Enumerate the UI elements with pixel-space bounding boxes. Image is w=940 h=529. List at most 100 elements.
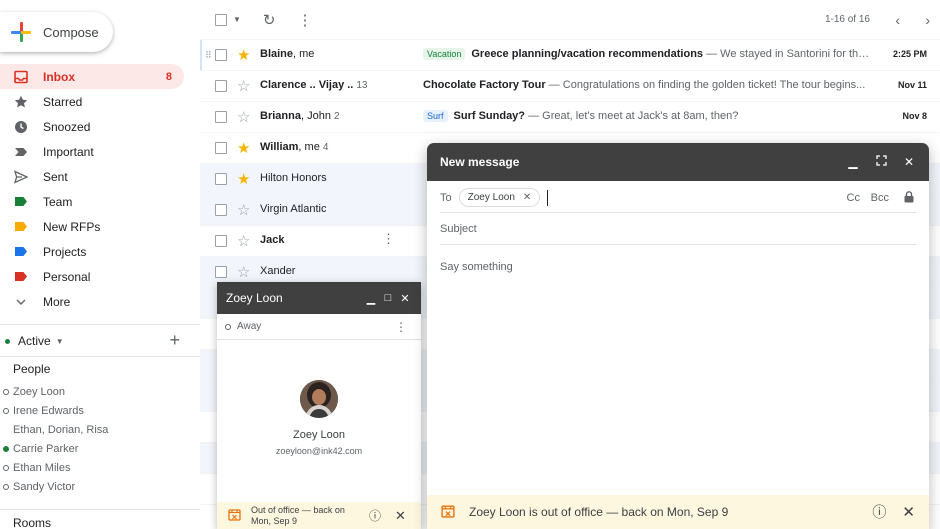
nav-item-team[interactable]: Team xyxy=(0,189,184,214)
label-icon xyxy=(14,270,28,284)
row-checkbox[interactable] xyxy=(215,266,227,278)
caret-down-icon[interactable]: ▼ xyxy=(233,15,241,24)
chevron-left-icon[interactable]: ‹ xyxy=(895,12,900,28)
caret-down-icon: ▼ xyxy=(55,336,64,346)
out-of-office-text: Zoey Loon is out of office — back on Mon… xyxy=(469,505,729,519)
row-checkbox[interactable] xyxy=(215,49,227,61)
plus-icon xyxy=(11,22,31,42)
row-checkbox[interactable] xyxy=(215,204,227,216)
chat-header[interactable]: Zoey Loon ▁ □ ✕ xyxy=(217,282,421,314)
subject-line: Vacation Greece planning/vacation recomme… xyxy=(423,48,873,60)
drag-handle-icon[interactable]: ⠿ xyxy=(205,50,212,61)
cc-button[interactable]: Cc xyxy=(847,192,860,204)
popout-icon[interactable]: □ xyxy=(380,292,396,304)
sender: Virgin Atlantic xyxy=(260,203,327,215)
person-name: Sandy Victor xyxy=(13,480,76,493)
bcc-button[interactable]: Bcc xyxy=(871,192,889,204)
nav-item-new-rfps[interactable]: New RFPs xyxy=(0,214,184,239)
person-name: Zoey Loon xyxy=(13,385,65,398)
label-icon xyxy=(14,195,28,209)
person-item[interactable]: Irene Edwards xyxy=(0,401,200,420)
nav-item-inbox[interactable]: Inbox 8 xyxy=(0,64,184,89)
sender: Hilton Honors xyxy=(260,172,327,184)
recipients-field[interactable]: To Zoey Loon ✕ Cc Bcc xyxy=(440,183,916,213)
select-all[interactable]: ▼ xyxy=(215,13,241,26)
star-outline-icon[interactable]: ☆ xyxy=(237,77,250,95)
person-item[interactable]: Ethan, Dorian, Risa xyxy=(0,420,200,439)
recipient-chip[interactable]: Zoey Loon ✕ xyxy=(458,188,541,207)
star-icon[interactable]: ★ xyxy=(237,139,250,157)
inbox-icon xyxy=(14,70,28,84)
nav-item-starred[interactable]: Starred xyxy=(0,89,184,114)
label-icon xyxy=(14,220,28,234)
more-vert-icon[interactable]: ⋮ xyxy=(395,320,407,334)
label-badge[interactable]: Vacation xyxy=(423,48,466,60)
row-checkbox[interactable] xyxy=(215,142,227,154)
more-vert-icon[interactable]: ⋮ xyxy=(298,11,313,29)
nav-item-more[interactable]: More xyxy=(0,289,184,314)
info-icon[interactable]: ⓘ xyxy=(369,507,381,524)
refresh-icon[interactable]: ↻ xyxy=(263,11,276,29)
compose-button[interactable]: Compose xyxy=(0,12,113,52)
select-all-checkbox[interactable] xyxy=(215,13,227,26)
email-row[interactable]: ☆ Brianna, John 2 Surf Surf Sunday? — Grea… xyxy=(200,102,940,133)
out-of-office-banner: Zoey Loon is out of office — back on Mon… xyxy=(427,495,929,529)
nav-item-sent[interactable]: Sent xyxy=(0,164,184,189)
person-name: Ethan Miles xyxy=(13,461,71,474)
nav-item-projects[interactable]: Projects xyxy=(0,239,184,264)
star-icon[interactable]: ★ xyxy=(237,46,250,64)
email-row[interactable]: ☆ Clarence .. Vijay .. 13 Chocolate Facto… xyxy=(200,71,940,102)
fullscreen-icon[interactable] xyxy=(867,155,895,169)
person-item[interactable]: Sandy Victor xyxy=(0,477,200,496)
text-cursor xyxy=(547,189,549,206)
clock-icon xyxy=(14,120,28,134)
close-icon[interactable]: ✕ xyxy=(397,292,413,305)
star-outline-icon[interactable]: ☆ xyxy=(237,201,250,219)
send-icon xyxy=(14,169,28,184)
person-name: Ethan, Dorian, Risa xyxy=(13,423,109,436)
avatar[interactable] xyxy=(300,380,338,418)
subject-field[interactable]: Subject xyxy=(440,215,916,245)
nav-item-personal[interactable]: Personal xyxy=(0,264,184,289)
star-icon[interactable]: ★ xyxy=(237,170,250,188)
lock-icon[interactable] xyxy=(904,191,914,206)
nav-item-important[interactable]: Important xyxy=(0,139,184,164)
nav-label: Important xyxy=(43,144,94,159)
nav-item-snoozed[interactable]: Snoozed xyxy=(0,114,184,139)
person-item[interactable]: Carrie Parker xyxy=(0,439,200,458)
star-outline-icon[interactable]: ☆ xyxy=(237,232,250,250)
person-item[interactable]: Zoey Loon xyxy=(0,382,200,401)
star-outline-icon[interactable]: ☆ xyxy=(237,263,250,281)
away-status-icon xyxy=(3,407,9,414)
email-row[interactable]: ⠿ ★ Blaine, me Vacation Greece planning/v… xyxy=(200,40,940,71)
row-checkbox[interactable] xyxy=(215,235,227,247)
row-checkbox[interactable] xyxy=(215,80,227,92)
email-date: Nov 8 xyxy=(902,111,927,121)
close-icon[interactable]: ✕ xyxy=(902,503,915,521)
star-outline-icon[interactable]: ☆ xyxy=(237,108,250,126)
to-label: To xyxy=(440,191,452,204)
row-checkbox[interactable] xyxy=(215,111,227,123)
message-body[interactable]: Say something xyxy=(440,261,513,273)
mail-toolbar: ▼ ↻ ⋮ 1-16 of 16 ‹ › xyxy=(200,0,940,40)
person-item[interactable]: Ethan Miles xyxy=(0,458,200,477)
minimize-icon[interactable]: ▁ xyxy=(839,155,867,169)
label-badge[interactable]: Surf xyxy=(423,110,448,122)
status-selector[interactable]: Active ▼ + xyxy=(0,330,190,352)
calendar-off-icon xyxy=(228,508,241,524)
chevron-right-icon[interactable]: › xyxy=(925,12,930,28)
compose-header[interactable]: New message ▁ ✕ xyxy=(427,143,929,181)
sender: William, me 4 xyxy=(260,141,329,153)
person-name: Carrie Parker xyxy=(13,442,79,455)
close-icon[interactable]: ✕ xyxy=(895,155,923,169)
info-icon[interactable]: ⓘ xyxy=(872,502,886,522)
minimize-icon[interactable]: ▁ xyxy=(363,292,379,305)
remove-recipient-icon[interactable]: ✕ xyxy=(523,192,531,203)
close-icon[interactable]: ✕ xyxy=(395,508,406,524)
sender: Blaine, me xyxy=(260,48,315,60)
chat-title: Zoey Loon xyxy=(226,291,283,305)
add-icon[interactable]: + xyxy=(169,330,180,350)
group-status-icon xyxy=(3,427,9,433)
more-vert-icon[interactable]: ⋮ xyxy=(382,231,395,247)
row-checkbox[interactable] xyxy=(215,173,227,185)
